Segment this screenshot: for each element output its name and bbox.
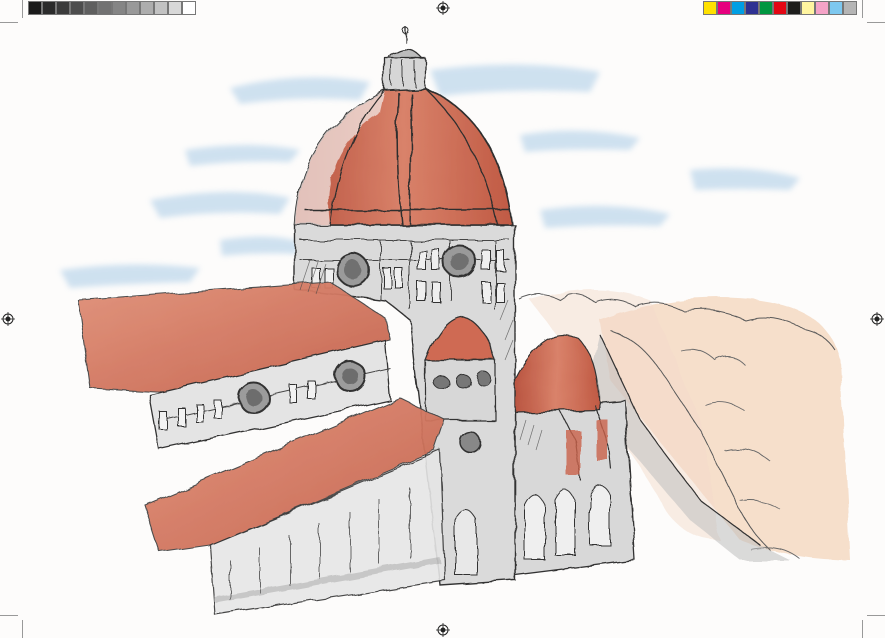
crop-mark bbox=[867, 22, 885, 23]
crop-mark bbox=[22, 620, 23, 638]
duomo-watercolor-sketch bbox=[60, 26, 850, 616]
crop-mark bbox=[22, 0, 23, 18]
crop-mark bbox=[0, 22, 18, 23]
crop-mark bbox=[862, 620, 863, 638]
crop-mark bbox=[0, 615, 18, 616]
crop-mark bbox=[862, 0, 863, 18]
registration-mark-icon bbox=[436, 1, 450, 15]
registration-mark-icon bbox=[436, 623, 450, 637]
sketch-page bbox=[0, 0, 885, 638]
crop-mark bbox=[867, 615, 885, 616]
registration-mark-icon bbox=[870, 312, 884, 326]
registration-mark-icon bbox=[1, 312, 15, 326]
brunelleschi-dome bbox=[294, 26, 513, 226]
